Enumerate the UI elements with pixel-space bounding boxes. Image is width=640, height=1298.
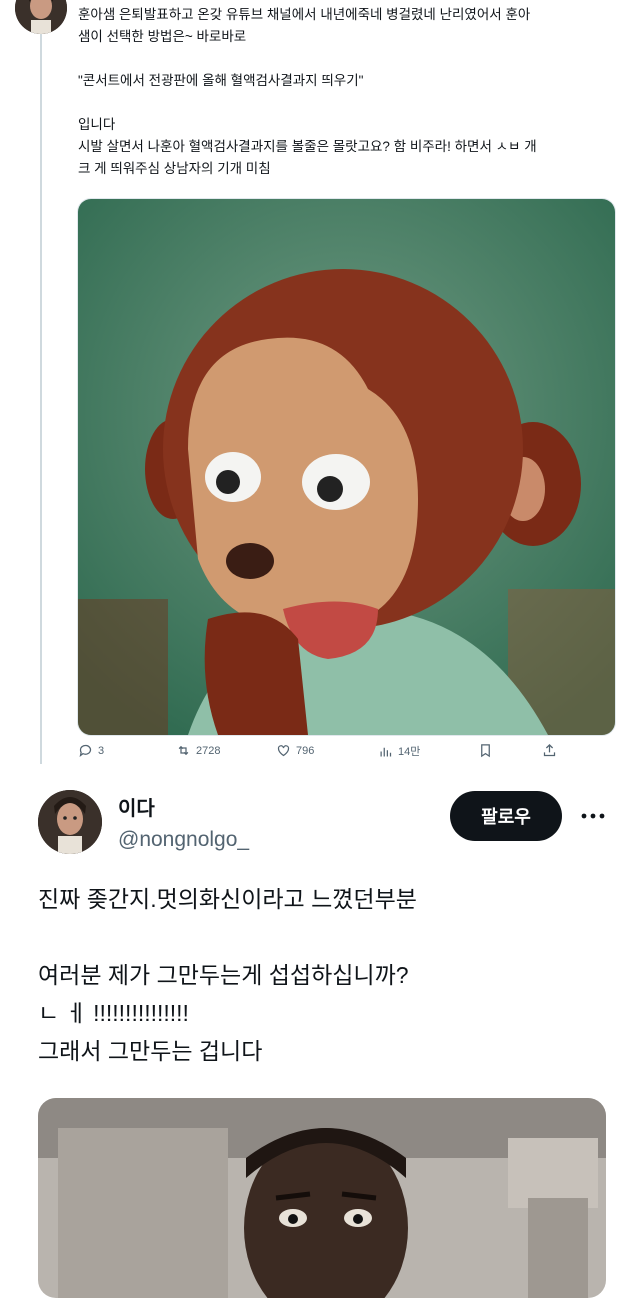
retweet-count: 2728	[196, 744, 221, 757]
tweet-2-line: 진짜 좆간지.멋의화신이라고 느꼈던부분	[38, 886, 417, 912]
tweet-1-line: 훈아샘 은퇴발표하고 온갖 유튜브 채널에서 내년에죽네 병걸렸네 난리였어서 …	[78, 7, 531, 22]
person-avatar-icon	[38, 790, 102, 854]
puppet-monkey-image	[78, 199, 615, 735]
tweet-2-body: 진짜 좆간지.멋의화신이라고 느꼈던부분 여러분 제가 그만두는게 섭섭하십니까…	[38, 880, 608, 1070]
tweet-1-media[interactable]	[77, 198, 616, 736]
share-button[interactable]	[542, 743, 557, 758]
reply-count: 3	[98, 744, 105, 757]
tweet-1-line: 시발 살면서 나훈아 혈액검사결과지를 볼줄은 몰랏고요? 함 비주라! 하면서…	[78, 139, 537, 154]
views-button[interactable]: 14만	[378, 743, 420, 759]
tweet-1-line: 입니다	[78, 117, 116, 132]
person-avatar-icon	[15, 0, 67, 34]
author-display-name[interactable]: 이다	[118, 792, 155, 821]
tweet-1-quote-line: "콘서트에서 전광판에 올해 혈액검사결과지 띄우기"	[78, 73, 364, 88]
author-avatar-2[interactable]	[38, 790, 102, 854]
shocked-man-image	[38, 1098, 606, 1298]
tweet-1-body: 훈아샘 은퇴발표하고 온갖 유튜브 채널에서 내년에죽네 병걸렸네 난리였어서 …	[78, 4, 618, 180]
tweet-2-line: ㄴ ㅔ !!!!!!!!!!!!!!!	[38, 1000, 189, 1026]
bookmark-icon	[481, 744, 490, 758]
bar-chart-icon	[380, 747, 392, 756]
author-handle[interactable]: @nongnolgo_	[118, 828, 249, 852]
heart-icon	[277, 745, 290, 757]
more-options-button[interactable]	[580, 806, 606, 826]
tweet-1-action-bar: 3 2728 796 14만	[78, 743, 558, 765]
view-count: 14만	[398, 746, 421, 758]
like-count: 796	[296, 744, 315, 757]
reply-icon	[79, 744, 92, 757]
tweet-2-media[interactable]	[38, 1098, 606, 1298]
retweet-button[interactable]: 2728	[176, 743, 220, 758]
retweet-icon	[178, 745, 189, 756]
tweet-2-line: 여러분 제가 그만두는게 섭섭하십니까?	[38, 962, 409, 988]
tweet-1-line: 샘이 선택한 방법은~ 바로바로	[78, 29, 247, 44]
author-avatar-1[interactable]	[15, 0, 67, 34]
thread-connector-line	[40, 34, 42, 764]
follow-button[interactable]: 팔로우	[450, 791, 562, 841]
reply-button[interactable]: 3	[78, 743, 104, 758]
tweet-1-line: 크 게 띄워주심 상남자의 기개 미침	[78, 161, 271, 176]
more-horizontal-icon	[581, 813, 605, 819]
like-button[interactable]: 796	[276, 743, 314, 758]
bookmark-button[interactable]	[478, 743, 493, 758]
share-icon	[543, 743, 556, 757]
tweet-2-line: 그래서 그만두는 겁니다	[38, 1038, 263, 1064]
